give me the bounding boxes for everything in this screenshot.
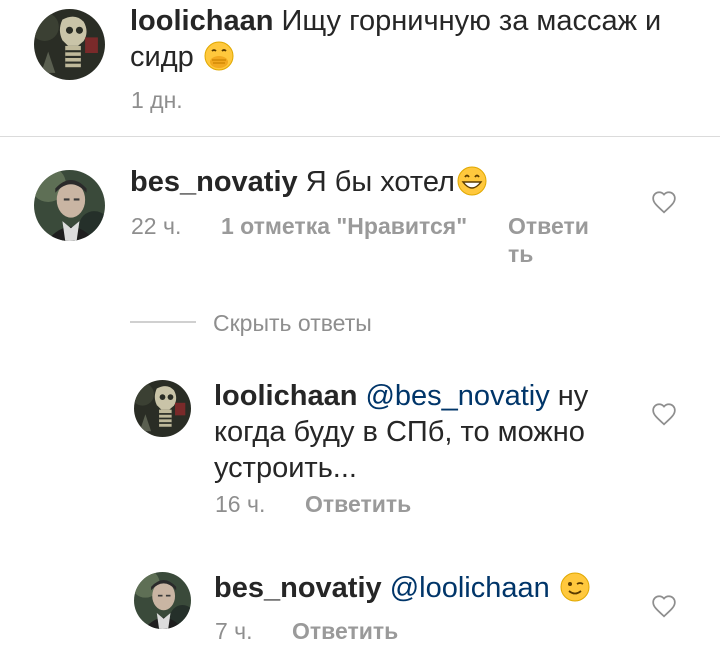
- comment-text-line: устроить...: [214, 452, 357, 484]
- username[interactable]: loolichaan: [130, 5, 273, 37]
- comment-text: loolichaan Ищу горничную за массаж и сид…: [130, 3, 690, 75]
- reply-label: Ответи: [508, 213, 589, 239]
- reply-button[interactable]: Ответить: [292, 617, 398, 645]
- timestamp: 22 ч.: [131, 213, 182, 239]
- timestamp: 7 ч.: [215, 618, 253, 644]
- comment-text-line: ну: [549, 380, 589, 412]
- reply-label: ть: [508, 241, 534, 267]
- comment-text: bes_novatiy Я бы хотел: [130, 164, 630, 200]
- username[interactable]: bes_novatiy: [214, 572, 382, 604]
- avatar[interactable]: [34, 9, 105, 80]
- likes-count[interactable]: 1 отметка "Нравится": [221, 212, 467, 240]
- grinning-emoji: [457, 166, 487, 196]
- reply-button[interactable]: Ответить: [305, 490, 411, 518]
- heart-icon[interactable]: [651, 190, 677, 214]
- comment-text-line: когда буду в СПб, то можно: [214, 416, 585, 448]
- comment-text: bes_novatiy @loolichaan: [214, 570, 634, 606]
- timestamp: 16 ч.: [215, 491, 266, 517]
- comment-text-line: сидр: [130, 41, 194, 73]
- avatar[interactable]: [134, 572, 191, 629]
- mention-link[interactable]: @loolichaan: [390, 572, 550, 604]
- hide-replies-button[interactable]: Скрыть ответы: [213, 309, 372, 337]
- timestamp: 1 дн.: [131, 87, 183, 113]
- username[interactable]: loolichaan: [214, 380, 357, 412]
- hide-replies-line: [130, 321, 196, 323]
- heart-icon[interactable]: [651, 402, 677, 426]
- comment-text-line: Ищу горничную за массаж и: [281, 5, 662, 37]
- avatar[interactable]: [34, 170, 105, 241]
- reply-button[interactable]: Ответи ть: [508, 212, 598, 268]
- hand-over-mouth-emoji: [204, 41, 234, 71]
- winking-emoji: [560, 572, 590, 602]
- comment-text: loolichaan @bes_novatiy ну когда буду в …: [214, 378, 634, 486]
- divider: [0, 136, 720, 137]
- comment-text-line: Я бы хотел: [305, 166, 455, 198]
- mention-link[interactable]: @bes_novatiy: [365, 380, 549, 412]
- heart-icon[interactable]: [651, 594, 677, 618]
- username[interactable]: bes_novatiy: [130, 166, 298, 198]
- avatar[interactable]: [134, 380, 191, 437]
